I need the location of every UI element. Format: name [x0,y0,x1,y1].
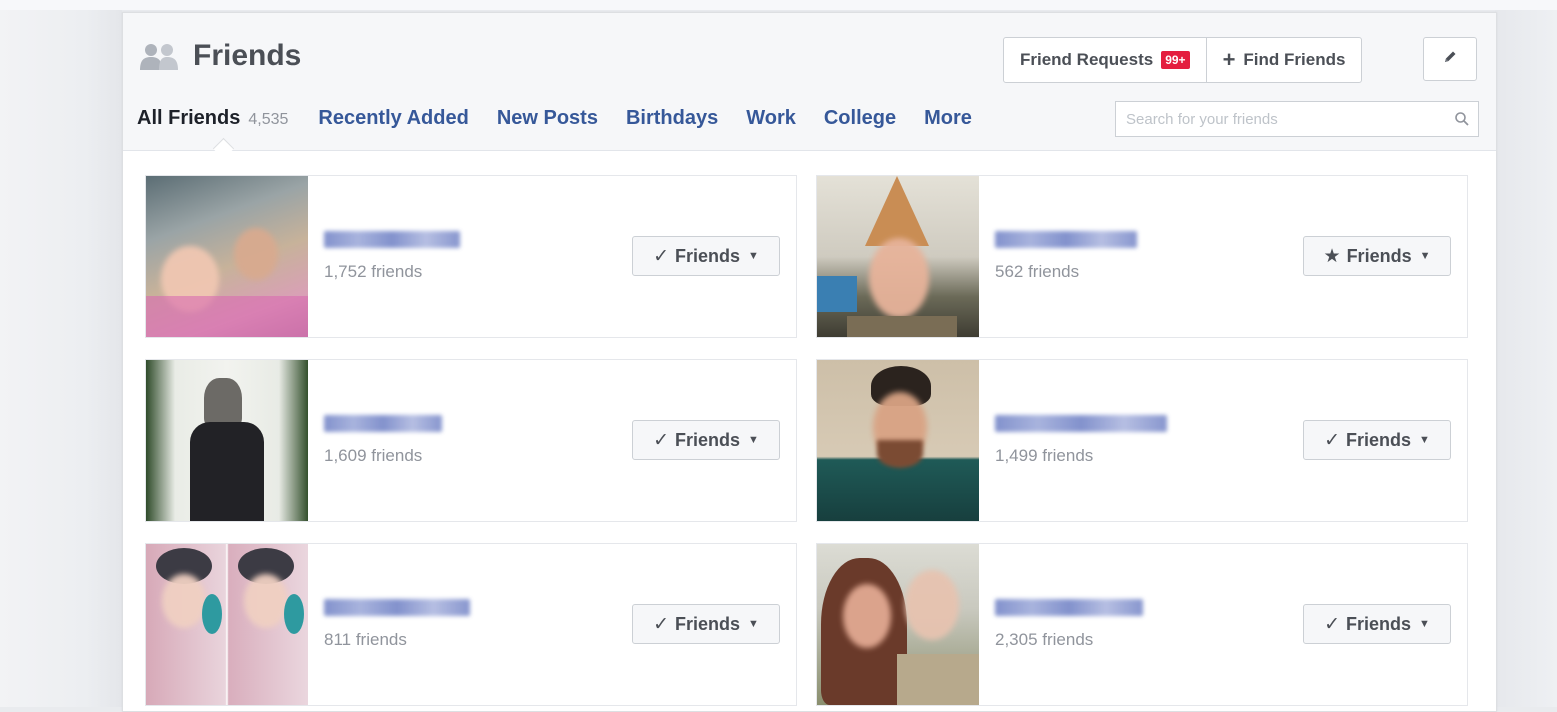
friend-name-blurred[interactable] [995,599,1143,616]
friends-button-label: Friends [1346,245,1412,266]
friend-count: 1,499 friends [995,446,1094,465]
friends-icon [139,42,181,77]
friends-dropdown-button[interactable]: ✓ Friends ▼ [632,236,780,276]
friend-count: 811 friends [324,630,407,649]
friend-name-blurred[interactable] [324,599,470,616]
chevron-down-icon: ▼ [1419,434,1430,446]
friend-count: 1,609 friends [324,446,423,465]
tab-more[interactable]: More [924,107,972,130]
friend-card: 1,752 friends ✓ Friends ▼ [145,175,797,338]
chevron-down-icon: ▼ [748,250,759,262]
tab-work[interactable]: Work [746,107,796,130]
friends-dropdown-button[interactable]: ✓ Friends ▼ [632,604,780,644]
page-background-left [0,0,122,707]
friend-photo[interactable] [146,544,308,705]
friend-requests-badge: 99+ [1161,51,1190,69]
friend-requests-button[interactable]: Friend Requests 99+ [1004,38,1206,82]
friend-name-blurred[interactable] [995,415,1167,432]
star-icon: ★ [1323,245,1341,267]
tab-birthdays[interactable]: Birthdays [626,107,718,130]
friend-card: 1,499 friends ✓ Friends ▼ [816,359,1468,522]
friends-header: Friends Friend Requests 99+ + Find Frien… [123,13,1496,151]
edit-button[interactable] [1423,37,1477,81]
check-icon: ✓ [653,245,669,267]
friend-card: 2,305 friends ✓ Friends ▼ [816,543,1468,706]
friends-button-label: Friends [675,613,741,634]
friend-photo[interactable] [817,176,979,337]
chevron-down-icon: ▼ [748,434,759,446]
friends-dropdown-button[interactable]: ✓ Friends ▼ [1303,604,1451,644]
friends-button-label: Friends [1346,429,1412,450]
friends-button-label: Friends [675,245,741,266]
page-top-strip [0,0,1557,10]
find-friends-button[interactable]: + Find Friends [1205,38,1362,82]
friend-count: 562 friends [995,262,1080,281]
friend-count: 2,305 friends [995,630,1094,649]
friend-photo[interactable] [817,544,979,705]
friends-tabs: All Friends 4,535 Recently Added New Pos… [137,107,1000,130]
tab-new-posts[interactable]: New Posts [497,107,598,130]
friends-dropdown-button[interactable]: ✓ Friends ▼ [1303,420,1451,460]
friend-count: 1,752 friends [324,262,423,281]
check-icon: ✓ [1324,429,1340,451]
plus-icon: + [1222,47,1236,72]
friends-dropdown-button[interactable]: ✓ Friends ▼ [632,420,780,460]
friend-photo[interactable] [146,360,308,521]
friend-card: 811 friends ✓ Friends ▼ [145,543,797,706]
tab-all-friends[interactable]: All Friends [137,107,240,130]
search-icon[interactable] [1454,111,1470,132]
pencil-icon [1442,49,1458,70]
find-friends-label: Find Friends [1243,50,1346,69]
friend-requests-label: Friend Requests [1020,50,1154,69]
header-actions: Friend Requests 99+ + Find Friends [1003,37,1363,83]
tab-recently-added[interactable]: Recently Added [318,107,468,130]
check-icon: ✓ [653,613,669,635]
friend-search [1115,101,1479,137]
page-title: Friends [193,39,302,72]
chevron-down-icon: ▼ [748,618,759,630]
check-icon: ✓ [1324,613,1340,635]
chevron-down-icon: ▼ [1419,250,1431,262]
friend-photo[interactable] [817,360,979,521]
page-background-right [1495,0,1557,707]
chevron-down-icon: ▼ [1419,618,1430,630]
check-icon: ✓ [653,429,669,451]
all-friends-count: 4,535 [248,111,289,128]
friend-card: 1,609 friends ✓ Friends ▼ [145,359,797,522]
friend-name-blurred[interactable] [324,231,460,248]
friend-name-blurred[interactable] [324,415,442,432]
friend-photo[interactable] [146,176,308,337]
friend-card: 562 friends ★ Friends ▼ [816,175,1468,338]
friends-button-label: Friends [675,429,741,450]
search-input[interactable] [1116,102,1436,136]
friends-dropdown-button[interactable]: ★ Friends ▼ [1303,236,1451,276]
friends-button-label: Friends [1346,613,1412,634]
tab-college[interactable]: College [824,107,896,130]
friends-panel: Friends Friend Requests 99+ + Find Frien… [122,12,1497,712]
friend-name-blurred[interactable] [995,231,1137,248]
